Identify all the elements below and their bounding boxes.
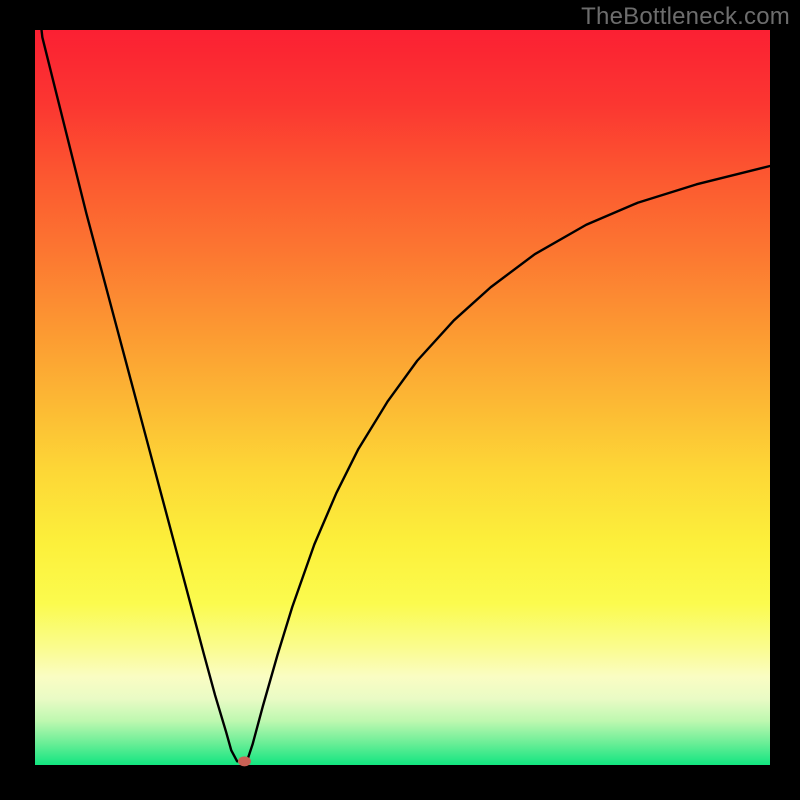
minimum-marker: [238, 756, 251, 766]
plot-background: [35, 30, 770, 765]
chart-svg: [0, 0, 800, 800]
chart-frame: { "watermark": "TheBottleneck.com", "col…: [0, 0, 800, 800]
watermark-text: TheBottleneck.com: [581, 3, 790, 31]
